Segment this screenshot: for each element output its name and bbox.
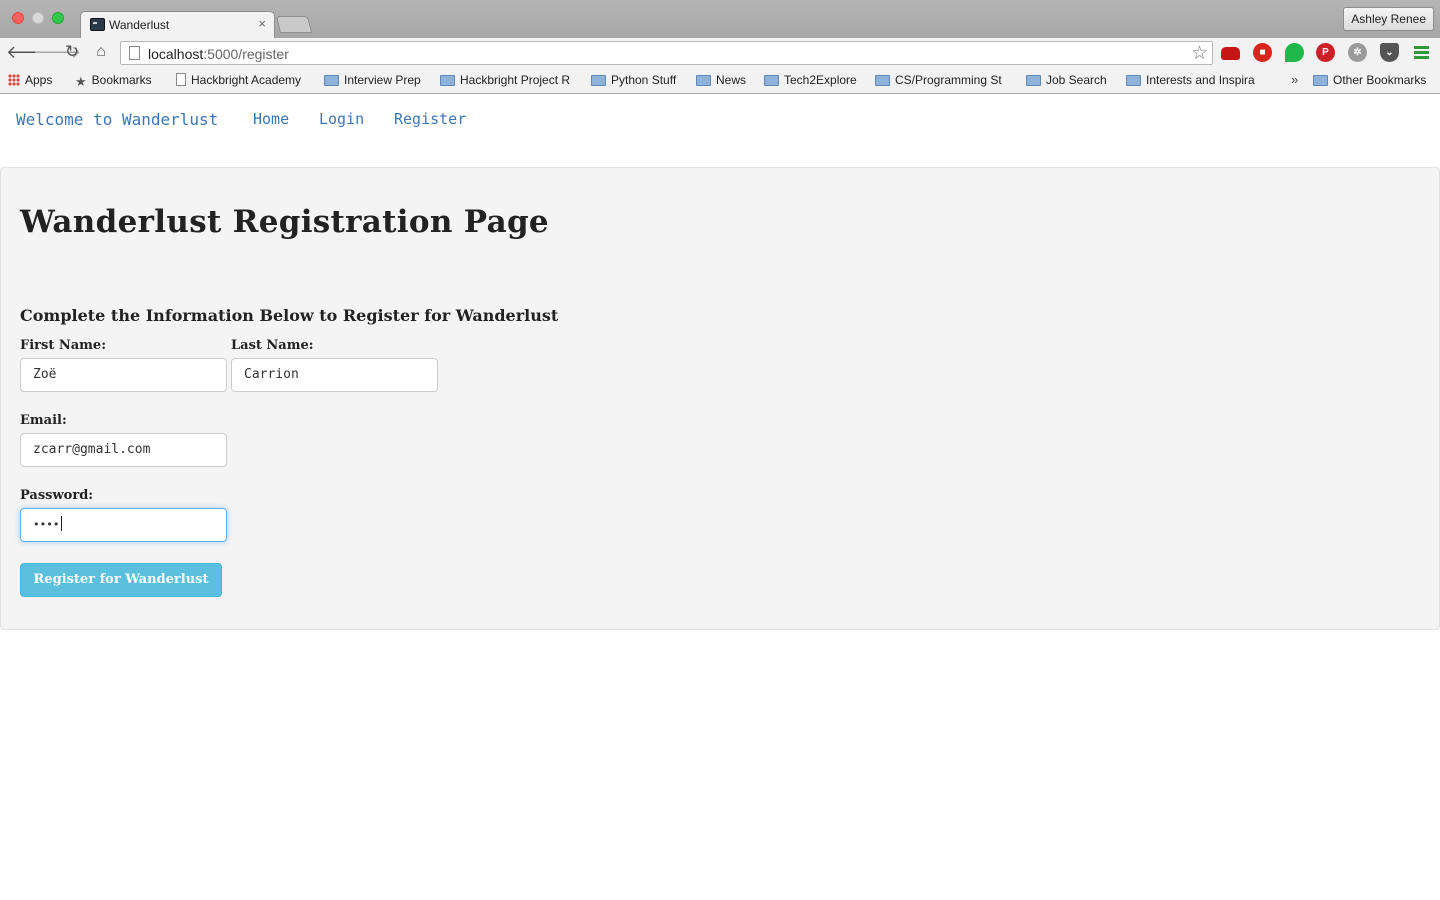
folder-icon bbox=[1026, 75, 1041, 86]
bookmarks-bar: Apps ★ Bookmarks Hackbright Academy Inter… bbox=[0, 68, 1440, 94]
sofa-extension-icon[interactable] bbox=[1221, 47, 1240, 60]
close-window-button[interactable] bbox=[12, 12, 24, 24]
hamburger-menu-icon[interactable] bbox=[1414, 46, 1429, 61]
form-subheading: Complete the Information Below to Regist… bbox=[20, 306, 559, 325]
bookmark-tech2explore[interactable]: Tech2Explore bbox=[764, 73, 864, 89]
bookmark-cs-programming[interactable]: CS/Programming St bbox=[875, 73, 1012, 89]
profile-button[interactable]: Ashley Renee bbox=[1343, 7, 1434, 31]
bookmark-hackbright-academy[interactable]: Hackbright Academy bbox=[176, 73, 308, 89]
bookmark-label: News bbox=[716, 73, 747, 87]
bookmark-label: Other Bookmarks bbox=[1333, 73, 1427, 87]
bookmark-apps[interactable]: Apps bbox=[8, 73, 68, 89]
home-icon[interactable]: ⌂ bbox=[90, 41, 112, 63]
nav-home-link[interactable]: Home bbox=[253, 110, 289, 128]
password-label: Password: bbox=[20, 488, 94, 503]
bookmark-label: Interview Prep bbox=[344, 73, 421, 87]
navbar-brand-link[interactable]: Welcome to Wanderlust bbox=[16, 110, 218, 129]
email-label: Email: bbox=[20, 413, 67, 428]
window-titlebar: Wanderlust × Ashley Renee bbox=[0, 0, 1440, 38]
folder-icon bbox=[1313, 75, 1328, 86]
bookmark-star-icon[interactable]: ☆ bbox=[1191, 42, 1208, 65]
bookmark-interview-prep[interactable]: Interview Prep bbox=[324, 73, 430, 89]
page-title: Wanderlust Registration Page bbox=[20, 204, 549, 240]
reload-icon[interactable]: ↻ bbox=[61, 41, 83, 63]
bookmark-job-search[interactable]: Job Search bbox=[1026, 73, 1116, 89]
file-icon bbox=[176, 73, 186, 86]
folder-icon bbox=[440, 75, 455, 86]
bookmark-label: Python Stuff bbox=[611, 73, 677, 87]
site-navbar: Welcome to Wanderlust Home Login Registe… bbox=[0, 95, 1440, 145]
last-name-input[interactable]: Carrion bbox=[231, 358, 438, 392]
registration-panel: Wanderlust Registration Page Complete th… bbox=[0, 167, 1440, 630]
page-content: Welcome to Wanderlust Home Login Registe… bbox=[0, 95, 1440, 900]
bookmark-label: Job Search bbox=[1046, 73, 1107, 87]
stop-extension-icon[interactable]: ■ bbox=[1253, 43, 1272, 62]
url-text[interactable]: localhost:5000/register bbox=[148, 46, 289, 62]
password-value: •••• bbox=[33, 518, 60, 531]
page-icon bbox=[129, 46, 140, 60]
forward-arrow-icon[interactable]: 🡒 bbox=[33, 41, 81, 63]
bookmarks-overflow-button[interactable]: » bbox=[1291, 72, 1298, 87]
bookmark-hackbright-project[interactable]: Hackbright Project R bbox=[440, 73, 575, 89]
folder-icon bbox=[324, 75, 339, 86]
nav-login-link[interactable]: Login bbox=[319, 110, 364, 128]
bookmark-news[interactable]: News bbox=[696, 73, 752, 89]
bookmark-label: Interests and Inspira bbox=[1146, 73, 1255, 87]
folder-icon bbox=[764, 75, 779, 86]
back-arrow-icon[interactable]: 🡐 bbox=[6, 41, 54, 63]
tab-title: Wanderlust bbox=[109, 18, 170, 32]
bookmark-label: Bookmarks bbox=[91, 73, 152, 87]
leaf-extension-icon[interactable] bbox=[1285, 43, 1304, 62]
bookmark-label: Hackbright Academy bbox=[191, 73, 302, 87]
text-caret bbox=[60, 516, 62, 531]
bookmark-python-stuff[interactable]: Python Stuff bbox=[591, 73, 686, 89]
bookmark-interests[interactable]: Interests and Inspira bbox=[1126, 73, 1264, 89]
url-host: localhost bbox=[148, 46, 204, 62]
folder-icon bbox=[591, 75, 606, 86]
email-input[interactable]: zcarr@gmail.com bbox=[20, 433, 227, 467]
last-name-label: Last Name: bbox=[231, 338, 314, 353]
bookmark-label: Hackbright Project R bbox=[460, 73, 571, 87]
new-tab-button[interactable] bbox=[275, 16, 313, 33]
zoom-window-button[interactable] bbox=[52, 12, 64, 24]
url-path: :5000/register bbox=[203, 46, 289, 62]
film-reel-extension-icon[interactable]: ✲ bbox=[1348, 43, 1367, 62]
browser-toolbar: 🡐 🡒 ↻ ⌂ localhost:5000/register ☆ ■ P ✲ … bbox=[0, 38, 1440, 68]
folder-icon bbox=[875, 75, 890, 86]
folder-icon bbox=[1126, 75, 1141, 86]
nav-register-link[interactable]: Register bbox=[394, 110, 466, 128]
first-name-label: First Name: bbox=[20, 338, 106, 353]
address-bar[interactable]: localhost:5000/register ☆ bbox=[120, 41, 1213, 65]
folder-icon bbox=[696, 75, 711, 86]
first-name-input[interactable]: Zoë bbox=[20, 358, 227, 392]
register-submit-button[interactable]: Register for Wanderlust bbox=[20, 563, 222, 597]
password-input[interactable]: •••• bbox=[20, 508, 227, 542]
bookmark-bookmarks[interactable]: ★ Bookmarks bbox=[75, 73, 165, 89]
bookmark-other-bookmarks[interactable]: Other Bookmarks bbox=[1313, 73, 1435, 89]
apps-icon bbox=[8, 74, 20, 86]
tab-close-icon[interactable]: × bbox=[258, 16, 266, 31]
bookmark-label: Apps bbox=[25, 73, 53, 87]
bookmark-label: CS/Programming St bbox=[895, 73, 1002, 87]
bookmark-label: Tech2Explore bbox=[784, 73, 857, 87]
pocket-icon[interactable]: ⌄ bbox=[1380, 43, 1399, 62]
minimize-window-button[interactable] bbox=[32, 12, 44, 24]
browser-tab-active[interactable]: Wanderlust × bbox=[80, 11, 275, 38]
pinterest-icon[interactable]: P bbox=[1316, 43, 1335, 62]
star-icon: ★ bbox=[75, 74, 87, 89]
terminal-favicon-icon bbox=[90, 18, 105, 31]
